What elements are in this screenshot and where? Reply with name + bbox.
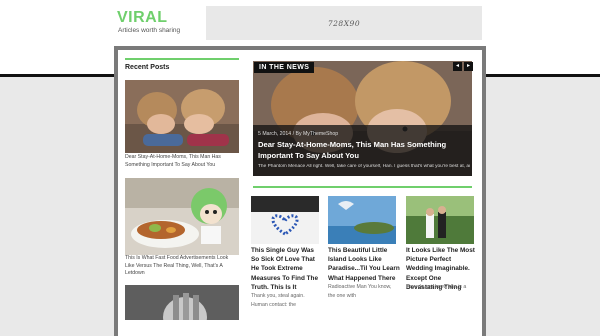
ad-banner[interactable]: 728X90 — [206, 6, 482, 40]
recent-posts-heading: Recent Posts — [125, 64, 170, 71]
slide-meta: 5 March, 2014 / By MyThemeShop — [258, 131, 339, 137]
post-excerpt-1: Thank you, steal again. Human contact: t… — [251, 293, 305, 308]
site-logo[interactable]: VIRAL — [117, 9, 168, 27]
post-excerpt-3: How do you know she is a — [406, 284, 467, 290]
sidebar-divider — [125, 58, 239, 60]
post-title-1[interactable]: This Single Guy Was So Sick Of Love That… — [251, 246, 321, 292]
slider-next-icon[interactable]: ▸ — [464, 62, 473, 71]
recent-post-thumbnail-3[interactable] — [125, 285, 239, 320]
slide-title[interactable]: Dear Stay-At-Home-Moms, This Man Has Som… — [258, 139, 468, 161]
in-the-news-label: IN THE NEWS — [254, 62, 315, 73]
slider-prev-icon[interactable]: ◂ — [453, 62, 462, 71]
recent-post-caption-1[interactable]: Dear Stay-At-Home-Moms, This Man Has Som… — [125, 154, 239, 169]
post-excerpt-2: Radioactive Man You know, the one with — [328, 284, 392, 299]
slide-excerpt: The Phantom Menace All right. Well, take… — [258, 164, 470, 169]
site-tagline: Articles worth sharing — [118, 27, 181, 34]
recent-post-thumbnail-2[interactable] — [125, 178, 239, 255]
recent-post-thumbnail-1[interactable] — [125, 80, 239, 153]
post-thumbnail-1[interactable] — [251, 196, 319, 244]
post-thumbnail-3[interactable] — [406, 196, 474, 244]
recent-post-caption-2[interactable]: This Is What Fast Food Advertisements Lo… — [125, 255, 239, 278]
posts-divider — [253, 186, 472, 188]
post-thumbnail-2[interactable] — [328, 196, 396, 244]
post-title-2[interactable]: This Beautiful Little Island Looks Like … — [328, 246, 400, 283]
